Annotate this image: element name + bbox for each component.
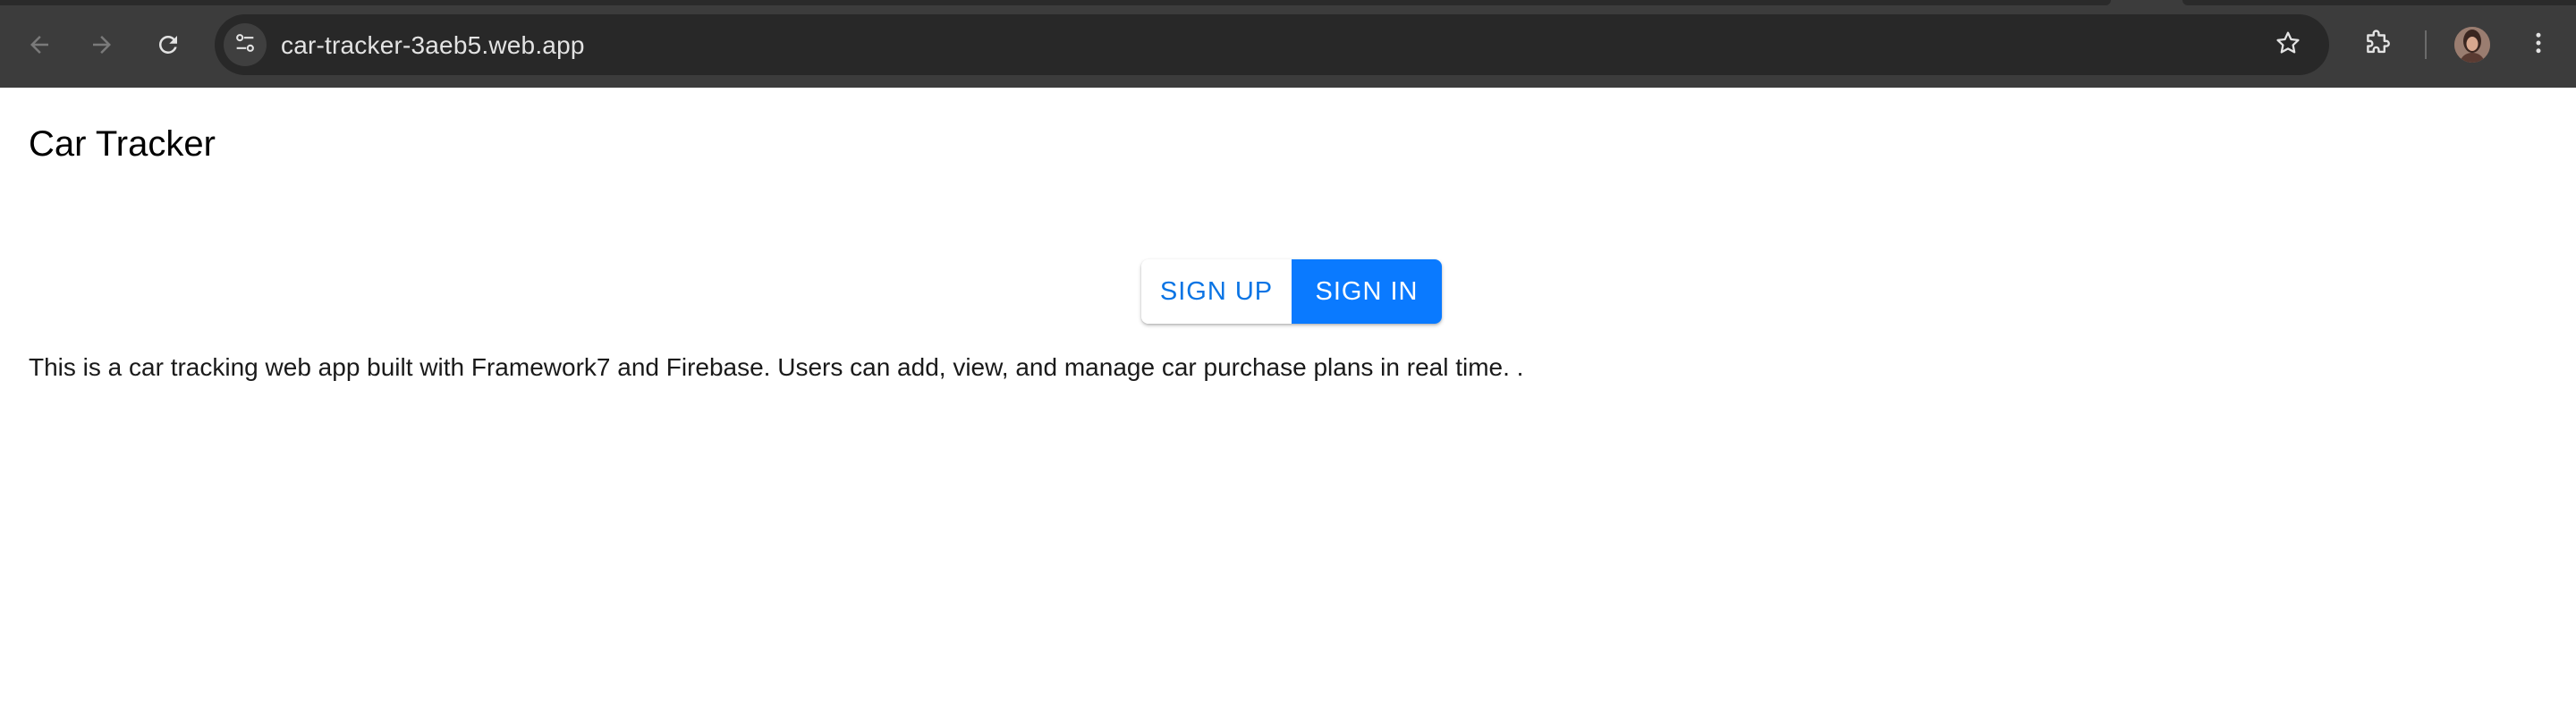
sign-in-button[interactable]: SIGN IN <box>1292 259 1442 324</box>
tab-strip-edge <box>0 0 2111 5</box>
page-title: Car Tracker <box>29 124 216 164</box>
bookmark-button[interactable] <box>2268 25 2308 64</box>
site-info-button[interactable] <box>224 23 267 66</box>
browser-toolbar: car-tracker-3aeb5.web.app <box>0 0 2576 88</box>
browser-menu-button[interactable] <box>2517 23 2560 66</box>
avatar[interactable] <box>2454 27 2490 63</box>
reload-button[interactable] <box>147 23 190 66</box>
arrow-right-icon <box>89 31 115 58</box>
tab-strip-edge <box>2182 0 2576 5</box>
back-button[interactable] <box>18 23 61 66</box>
forward-button[interactable] <box>80 23 123 66</box>
puzzle-icon <box>2362 28 2393 63</box>
toolbar-divider <box>2425 30 2427 59</box>
reload-icon <box>155 31 182 58</box>
kebab-menu-icon <box>2525 30 2552 61</box>
address-bar[interactable]: car-tracker-3aeb5.web.app <box>215 14 2329 75</box>
tune-icon <box>233 30 258 60</box>
auth-segmented-control: SIGN UP SIGN IN <box>1141 259 1442 324</box>
sign-up-button[interactable]: SIGN UP <box>1141 259 1292 324</box>
arrow-left-icon <box>26 31 53 58</box>
extensions-button[interactable] <box>2356 23 2399 66</box>
page-content: Car Tracker SIGN UP SIGN IN This is a ca… <box>0 88 2576 719</box>
url-text[interactable]: car-tracker-3aeb5.web.app <box>281 32 585 59</box>
app-description: This is a car tracking web app built wit… <box>29 353 1524 381</box>
star-icon <box>2274 29 2302 62</box>
